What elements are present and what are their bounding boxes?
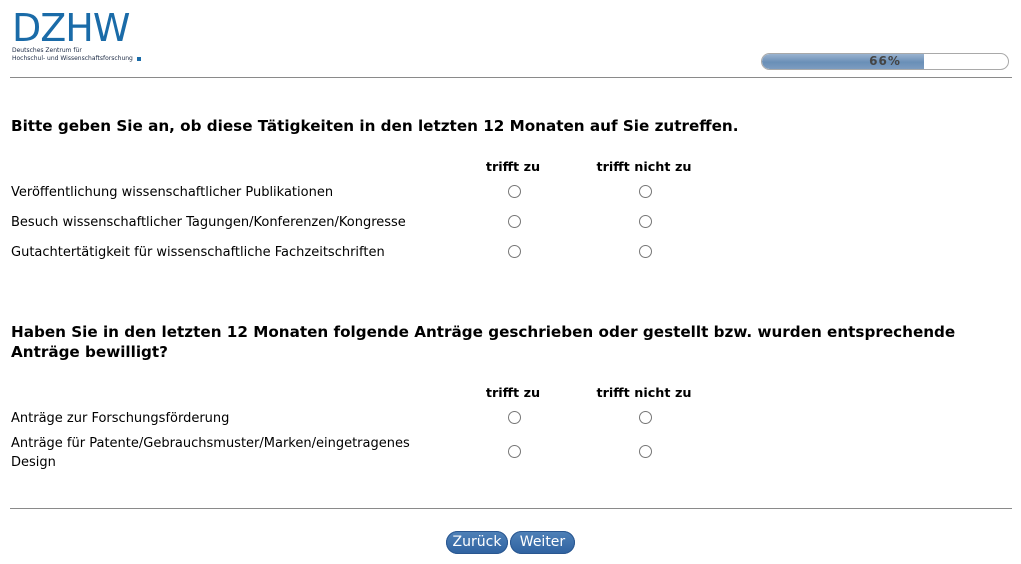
question2-row1-yes-radio[interactable] (508, 411, 521, 424)
question1-row1-label: Veröffentlichung wissenschaftlicher Publ… (11, 185, 334, 200)
logo-square-icon (136, 56, 141, 61)
question1-row1-yes-radio[interactable] (508, 185, 521, 198)
question1-title: Bitte geben Sie an, ob diese Tätigkeiten… (11, 117, 739, 135)
question2-col-no: trifft nicht zu (596, 386, 692, 401)
logo-subtitle-line2: Hochschul- und Wissenschaftsforschung (12, 55, 141, 63)
question2-title: Haben Sie in den letzten 12 Monaten folg… (11, 323, 956, 361)
question2-row2-label: Anträge für Patente/Gebrauchsmuster/Mark… (11, 436, 410, 470)
question1-row3-label: Gutachtertätigkeit für wissenschaftliche… (11, 245, 385, 260)
dzhw-logo: DZHW Deutsches Zentrum für Hochschul- un… (12, 9, 141, 62)
question2-row1-label: Anträge zur Forschungsförderung (11, 411, 230, 426)
question1-row2-label: Besuch wissenschaftlicher Tagungen/Konfe… (11, 215, 406, 230)
next-button[interactable]: Weiter (510, 531, 575, 554)
question2-row2-yes-radio[interactable] (508, 445, 521, 458)
question1-row2-no-radio[interactable] (639, 215, 652, 228)
question1-row2-yes-radio[interactable] (508, 215, 521, 228)
header-divider (10, 77, 1012, 78)
question2-col-yes: trifft zu (485, 386, 541, 401)
question1-row3-no-radio[interactable] (639, 245, 652, 258)
question1-col-no: trifft nicht zu (596, 160, 692, 175)
footer-divider (10, 508, 1012, 509)
header: DZHW Deutsches Zentrum für Hochschul- un… (0, 0, 1021, 78)
question2-row2-no-radio[interactable] (639, 445, 652, 458)
question1-row3-yes-radio[interactable] (508, 245, 521, 258)
logo-wordmark: DZHW (12, 6, 130, 50)
question1-row1-no-radio[interactable] (639, 185, 652, 198)
progress-bar: 66% (761, 53, 1009, 70)
question1-col-yes: trifft zu (485, 160, 541, 175)
logo-subtitle-line2-text: Hochschul- und Wissenschaftsforschung (12, 54, 133, 62)
back-button[interactable]: Zurück (446, 531, 508, 554)
question2-row1-no-radio[interactable] (639, 411, 652, 424)
progress-label: 66% (869, 54, 901, 68)
